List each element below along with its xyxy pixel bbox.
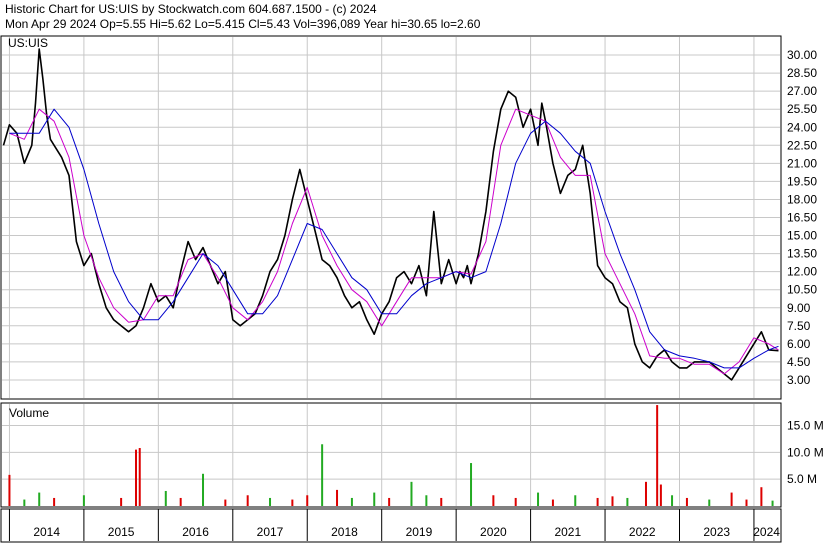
volume-bar (246, 495, 249, 506)
price-tick-label: 24.00 (787, 120, 817, 134)
volume-bar (574, 495, 577, 506)
symbol-label: US:UIS (8, 36, 48, 50)
price-tick-label: 15.00 (787, 229, 817, 243)
volume-bar (120, 497, 123, 506)
volume-bar (269, 497, 272, 506)
volume-bar (306, 495, 309, 506)
price-tick-label: 16.50 (787, 211, 817, 225)
volume-bar (135, 449, 138, 506)
year-label: 2017 (257, 525, 284, 539)
price-tick-label: 6.00 (787, 337, 811, 351)
volume-bar (760, 487, 763, 506)
volume-bar (644, 481, 647, 506)
price-tick-label: 19.50 (787, 174, 817, 188)
volume-bar (470, 463, 473, 506)
volume-tick-label: 15.0 M (787, 418, 824, 432)
volume-bar (514, 497, 517, 506)
volume-bar (425, 495, 428, 506)
volume-bar (656, 405, 659, 506)
volume-bar (771, 500, 774, 506)
volume-bar (730, 492, 733, 506)
volume-bar (708, 499, 711, 506)
volume-bar (38, 492, 41, 506)
year-label: 2016 (182, 525, 209, 539)
year-label: 2020 (480, 525, 507, 539)
volume-axis-labels: 15.0 M 10.0 M 5.0 M (787, 418, 824, 486)
year-label: 2014 (33, 525, 60, 539)
price-tick-label: 28.50 (787, 66, 817, 80)
year-label: 2018 (331, 525, 358, 539)
volume-bar (224, 499, 227, 506)
year-label: 2015 (108, 525, 135, 539)
volume-bar (551, 499, 554, 506)
volume-bar (671, 495, 674, 506)
volume-bars-group (8, 405, 774, 506)
volume-tick-label: 5.0 M (787, 472, 817, 486)
volume-bar (321, 444, 324, 506)
price-tick-label: 22.50 (787, 138, 817, 152)
volume-bar (82, 495, 85, 506)
price-grid (2, 37, 780, 398)
volume-bar (626, 497, 629, 506)
volume-bar (179, 497, 182, 506)
price-tick-label: 30.00 (787, 48, 817, 62)
volume-grid (2, 404, 780, 506)
volume-bar (336, 489, 339, 506)
volume-bar (138, 448, 141, 506)
volume-bar (23, 499, 26, 506)
price-tick-label: 9.00 (787, 301, 811, 315)
volume-bar (611, 496, 614, 506)
price-axis-labels: 30.00 28.50 27.00 25.50 24.00 22.50 21.00 19.50… (787, 48, 817, 387)
price-tick-label: 7.50 (787, 319, 811, 333)
volume-tick-label: 10.0 M (787, 445, 824, 459)
price-tick-label: 25.50 (787, 102, 817, 116)
volume-bar (537, 492, 540, 506)
volume-bar (8, 474, 11, 506)
price-tick-label: 4.50 (787, 355, 811, 369)
volume-bar (388, 497, 391, 506)
volume-bar (373, 492, 376, 506)
price-tick-label: 12.00 (787, 265, 817, 279)
volume-bar (685, 497, 688, 506)
volume-bar (410, 481, 413, 506)
volume-bar (291, 499, 294, 506)
year-label: 2019 (406, 525, 433, 539)
volume-bar (745, 499, 748, 506)
price-tick-label: 3.00 (787, 373, 811, 387)
volume-bar (596, 497, 599, 506)
volume-panel-frame (0, 402, 782, 508)
volume-bar (350, 497, 353, 506)
moving-average-fast-line (9, 108, 779, 375)
volume-bar (492, 495, 495, 506)
volume-title: Volume (9, 406, 49, 420)
year-label: 2023 (703, 525, 730, 539)
price-tick-label: 13.50 (787, 247, 817, 261)
volume-bar (202, 473, 205, 506)
price-tick-label: 10.50 (787, 283, 817, 297)
time-axis-labels: 2014 2015 2016 2017 2018 2019 2020 2021 2022 2023… (8, 509, 780, 541)
price-series-group (2, 48, 779, 381)
price-tick-label: 18.00 (787, 192, 817, 206)
volume-bar (164, 490, 167, 506)
year-label: 2024 (753, 525, 780, 539)
price-tick-label: 21.00 (787, 156, 817, 170)
price-tick-label: 27.00 (787, 84, 817, 98)
year-label: 2022 (629, 525, 656, 539)
volume-bar (440, 497, 443, 506)
volume-bar (53, 497, 56, 506)
stock-chart: 30.00 28.50 27.00 25.50 24.00 22.50 21.00 19.50… (0, 35, 824, 543)
volume-bar (659, 484, 662, 506)
close-price-line (2, 48, 779, 381)
year-label: 2021 (554, 525, 581, 539)
